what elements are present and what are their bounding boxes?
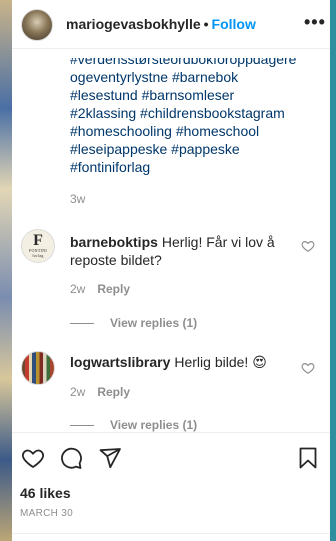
- avatar-logo-sub: forlag: [32, 253, 44, 258]
- likes-count[interactable]: 46 likes: [20, 485, 71, 501]
- replies-divider-line: [70, 424, 94, 426]
- caption-line[interactable]: #fontiniforlag: [70, 158, 322, 176]
- comment-text: Herlig bilde! 😍: [174, 354, 267, 370]
- caption-line[interactable]: #2klassing #childrensbookstagram: [70, 104, 322, 122]
- comment-time[interactable]: 2w: [70, 282, 85, 296]
- reply-button[interactable]: Reply: [97, 282, 130, 296]
- post-header: mariogevasbokhylle • Follow •••: [12, 0, 330, 49]
- caption-line-clipped: #verdensstørsteordbokforoppdagere: [70, 58, 322, 68]
- caption-line[interactable]: ogeventyrlystne #barnebok: [70, 68, 322, 86]
- post-actions-footer: 46 likes MARCH 30: [12, 432, 330, 541]
- comment-meta: 2w Reply: [70, 385, 130, 399]
- footer-divider: [12, 533, 330, 534]
- author-avatar[interactable]: [21, 9, 53, 41]
- like-comment-heart-icon[interactable]: [301, 361, 315, 375]
- commenter-avatar[interactable]: F FONTINI forlag: [21, 229, 55, 263]
- like-heart-icon[interactable]: [21, 446, 45, 470]
- comment-body: logwartslibrary Herlig bilde! 😍: [70, 353, 298, 371]
- caption-timestamp[interactable]: 3w: [70, 190, 322, 208]
- comment-bubble-icon[interactable]: [59, 446, 83, 470]
- post-caption: #verdensstørsteordbokforoppdagere ogeven…: [70, 58, 322, 208]
- caption-line[interactable]: #lesestund #barnsomleser: [70, 86, 322, 104]
- reply-button[interactable]: Reply: [97, 385, 130, 399]
- commenter-avatar[interactable]: [21, 351, 55, 385]
- author-line: mariogevasbokhylle • Follow: [66, 16, 256, 32]
- author-username[interactable]: mariogevasbokhylle: [66, 16, 201, 32]
- view-replies-button[interactable]: View replies (1): [70, 316, 197, 330]
- comment-meta: 2w Reply: [70, 282, 130, 296]
- view-replies-label: View replies (1): [110, 418, 198, 432]
- post-image-edge: [0, 0, 12, 541]
- save-bookmark-icon[interactable]: [296, 446, 320, 470]
- more-options-icon[interactable]: •••: [304, 12, 326, 33]
- avatar-logo-letter: F: [33, 232, 43, 249]
- comment-body: barneboktips Herlig! Får vi lov å reposte…: [70, 233, 298, 269]
- post-date[interactable]: MARCH 30: [20, 508, 73, 519]
- hashtag-clipped[interactable]: #verdensstørsteordbokforoppdagere: [70, 58, 296, 67]
- comment-time[interactable]: 2w: [70, 385, 85, 399]
- comment-username[interactable]: logwartslibrary: [70, 354, 170, 370]
- replies-divider-line: [70, 322, 94, 324]
- view-replies-label: View replies (1): [110, 316, 198, 330]
- follow-button[interactable]: Follow: [212, 16, 256, 32]
- frame-border: [330, 0, 336, 541]
- post-side-panel: mariogevasbokhylle • Follow ••• #verdensst…: [12, 0, 330, 541]
- separator-dot: •: [203, 16, 209, 32]
- view-replies-button[interactable]: View replies (1): [70, 418, 197, 432]
- caption-line[interactable]: #homeschooling #homeschool: [70, 122, 322, 140]
- like-comment-heart-icon[interactable]: [301, 239, 315, 253]
- comment-username[interactable]: barneboktips: [70, 234, 158, 250]
- share-paper-plane-icon[interactable]: [98, 446, 122, 470]
- caption-line[interactable]: #leseipappeske #pappeske: [70, 140, 322, 158]
